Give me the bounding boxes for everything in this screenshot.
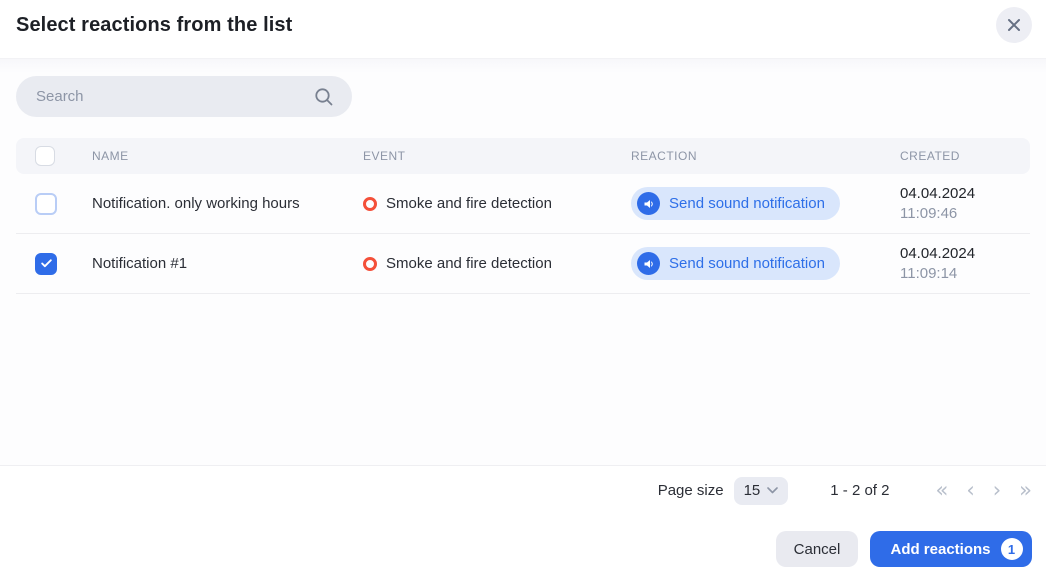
- table-row[interactable]: Notification #1 Smoke and fire detection…: [16, 234, 1030, 294]
- search-icon: [314, 87, 334, 107]
- add-reactions-button[interactable]: Add reactions 1: [870, 531, 1032, 567]
- pager-controls: « ‹ › »: [929, 478, 1038, 503]
- event-type-icon: [363, 257, 377, 271]
- modal-bottom: Page size 15 1 - 2 of 2 « ‹ › » Cancel A…: [0, 465, 1046, 575]
- check-icon: [40, 257, 53, 270]
- column-header-reaction[interactable]: REACTION: [631, 149, 900, 163]
- chevron-down-icon: [767, 487, 778, 494]
- cancel-button[interactable]: Cancel: [776, 531, 858, 567]
- selected-count-badge: 1: [1001, 538, 1023, 560]
- reaction-badge: Send sound notification: [631, 247, 840, 280]
- first-page-button[interactable]: «: [929, 478, 954, 503]
- page-size-select[interactable]: 15: [734, 477, 789, 505]
- page-size-value: 15: [744, 482, 761, 499]
- reaction-badge: Send sound notification: [631, 187, 840, 220]
- reaction-name: Notification. only working hours: [92, 195, 363, 212]
- next-page-button[interactable]: ›: [987, 478, 1007, 503]
- modal-body: NAME EVENT REACTION CREATED Notification…: [0, 58, 1046, 465]
- prev-page-button[interactable]: ‹: [960, 478, 980, 503]
- event-name: Smoke and fire detection: [386, 255, 552, 272]
- modal-footer: Cancel Add reactions 1: [0, 515, 1046, 575]
- table-row[interactable]: Notification. only working hours Smoke a…: [16, 174, 1030, 234]
- select-all-checkbox[interactable]: [35, 146, 55, 166]
- column-header-name[interactable]: NAME: [92, 149, 363, 163]
- add-reactions-label: Add reactions: [890, 541, 990, 558]
- sound-notification-icon: [637, 192, 660, 215]
- modal-header: Select reactions from the list: [0, 0, 1046, 58]
- pagination-range: 1 - 2 of 2: [830, 482, 889, 499]
- reactions-table: NAME EVENT REACTION CREATED Notification…: [16, 138, 1030, 294]
- created-date: 04.04.2024: [900, 244, 1030, 264]
- table-header-row: NAME EVENT REACTION CREATED: [16, 138, 1030, 174]
- reaction-label: Send sound notification: [669, 255, 825, 272]
- select-reactions-modal: Select reactions from the list NAME EVEN…: [0, 0, 1046, 575]
- close-icon: [1007, 18, 1021, 32]
- event-type-icon: [363, 197, 377, 211]
- sound-notification-icon: [637, 252, 660, 275]
- created-time: 11:09:46: [900, 204, 1030, 224]
- modal-title: Select reactions from the list: [16, 14, 292, 37]
- reaction-name: Notification #1: [92, 255, 363, 272]
- row-checkbox[interactable]: [35, 193, 57, 215]
- column-header-created[interactable]: CREATED: [900, 149, 1030, 163]
- page-size-label: Page size: [658, 482, 724, 499]
- created-date: 04.04.2024: [900, 184, 1030, 204]
- event-name: Smoke and fire detection: [386, 195, 552, 212]
- close-button[interactable]: [996, 7, 1032, 43]
- last-page-button[interactable]: »: [1013, 478, 1038, 503]
- search-bar[interactable]: [16, 76, 352, 117]
- row-checkbox[interactable]: [35, 253, 57, 275]
- column-header-event[interactable]: EVENT: [363, 149, 631, 163]
- pagination-bar: Page size 15 1 - 2 of 2 « ‹ › »: [0, 466, 1046, 515]
- created-time: 11:09:14: [900, 264, 1030, 284]
- reaction-label: Send sound notification: [669, 195, 825, 212]
- search-input[interactable]: [36, 88, 314, 105]
